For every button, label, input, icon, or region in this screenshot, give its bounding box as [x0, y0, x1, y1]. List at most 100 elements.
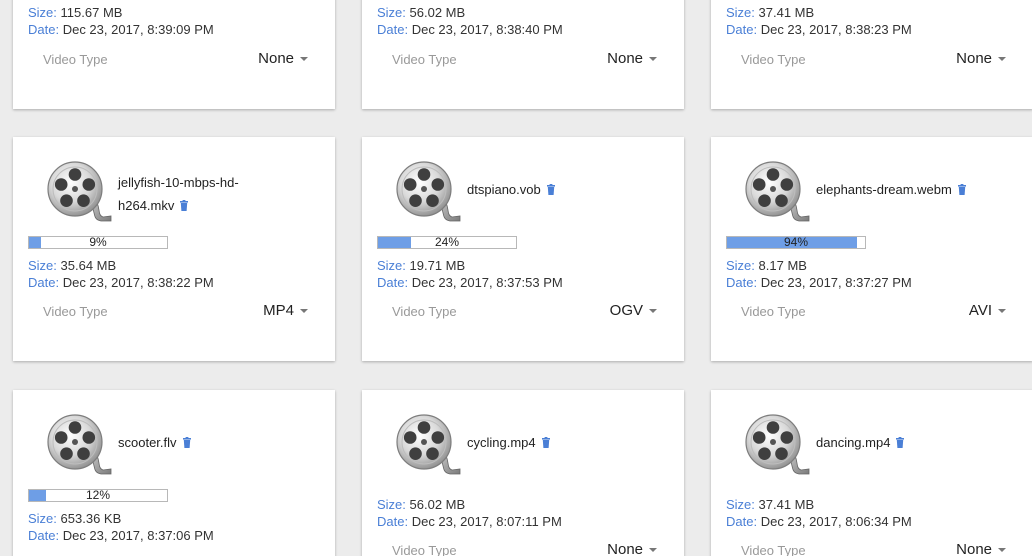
date-row: Date: Dec 23, 2017, 8:38:22 PM	[28, 274, 214, 291]
video-card: elephants-dream.webm 94% Size: 8.17 MB D…	[711, 137, 1032, 361]
date-label: Date:	[726, 275, 758, 290]
size-value: 56.02 MB	[409, 5, 466, 20]
video-type-value: MP4	[263, 302, 294, 319]
video-card: Size: 37.41 MB Date: Dec 23, 2017, 8:38:…	[711, 0, 1032, 109]
file-name: dancing.mp4	[816, 431, 966, 454]
film-reel-icon	[745, 161, 810, 222]
size-label: Size:	[28, 511, 57, 526]
date-label: Date:	[377, 22, 409, 37]
video-card: dtspiano.vob 24% Size: 19.71 MB Date: De…	[362, 137, 684, 361]
file-name-text: cycling.mp4	[467, 435, 536, 450]
date-row: Date: Dec 23, 2017, 8:37:06 PM	[28, 527, 214, 544]
caret-down-icon	[300, 308, 308, 313]
size-row: Size: 19.71 MB	[377, 257, 465, 274]
progress-percent: 12%	[85, 488, 111, 502]
video-card: cycling.mp4 Size: 56.02 MB Date: Dec 23,…	[362, 390, 684, 556]
size-row: Size: 8.17 MB	[726, 257, 807, 274]
trash-icon[interactable]	[541, 437, 550, 448]
size-value: 37.41 MB	[758, 497, 815, 512]
film-reel-icon	[396, 414, 461, 475]
size-row: Size: 35.64 MB	[28, 257, 116, 274]
video-card: dancing.mp4 Size: 37.41 MB Date: Dec 23,…	[711, 390, 1032, 556]
size-label: Size:	[28, 5, 57, 20]
video-type-value: None	[258, 50, 294, 67]
progress-bar: 9%	[28, 236, 168, 249]
video-type-label: Video Type	[43, 304, 108, 319]
progress-percent: 9%	[89, 235, 107, 249]
date-value: Dec 23, 2017, 8:38:23 PM	[760, 22, 912, 37]
size-value: 35.64 MB	[60, 258, 117, 273]
trash-icon[interactable]	[957, 184, 966, 195]
date-row: Date: Dec 23, 2017, 8:06:34 PM	[726, 513, 912, 530]
video-type-label: Video Type	[741, 543, 806, 556]
trash-icon[interactable]	[896, 437, 905, 448]
file-name: cycling.mp4	[467, 431, 617, 454]
file-name: jellyfish-10-mbps-hd-h264.mkv	[118, 171, 268, 217]
file-name-text: dtspiano.vob	[467, 182, 541, 197]
film-reel-icon	[745, 414, 810, 475]
file-name-text: scooter.flv	[118, 435, 177, 450]
video-type-select[interactable]: None	[956, 50, 1006, 67]
size-value: 8.17 MB	[758, 258, 807, 273]
date-value: Dec 23, 2017, 8:37:27 PM	[760, 275, 912, 290]
file-name: elephants-dream.webm	[816, 178, 1016, 201]
size-value: 115.67 MB	[60, 5, 123, 20]
video-type-select[interactable]: None	[956, 541, 1006, 556]
caret-down-icon	[998, 56, 1006, 61]
progress-bar: 24%	[377, 236, 517, 249]
size-value: 56.02 MB	[409, 497, 466, 512]
date-row: Date: Dec 23, 2017, 8:38:40 PM	[377, 21, 563, 38]
video-type-value: AVI	[968, 302, 992, 319]
size-label: Size:	[726, 5, 755, 20]
video-type-label: Video Type	[392, 304, 457, 319]
size-value: 19.71 MB	[409, 258, 466, 273]
file-name: scooter.flv	[118, 431, 268, 454]
video-type-label: Video Type	[741, 304, 806, 319]
video-type-select[interactable]: None	[258, 50, 308, 67]
size-label: Size:	[28, 258, 57, 273]
date-row: Date: Dec 23, 2017, 8:38:23 PM	[726, 21, 912, 38]
date-value: Dec 23, 2017, 8:37:06 PM	[62, 528, 214, 543]
progress-percent: 24%	[434, 235, 460, 249]
video-type-label: Video Type	[392, 543, 457, 556]
size-row: Size: 56.02 MB	[377, 4, 465, 21]
size-row: Size: 37.41 MB	[726, 4, 814, 21]
date-row: Date: Dec 23, 2017, 8:07:11 PM	[377, 513, 562, 530]
film-reel-icon	[396, 161, 461, 222]
video-card: jellyfish-10-mbps-hd-h264.mkv 9% Size: 3…	[13, 137, 335, 361]
video-type-select[interactable]: OGV	[610, 302, 657, 319]
size-value: 653.36 KB	[60, 511, 122, 526]
video-type-value: None	[956, 541, 992, 556]
caret-down-icon	[998, 308, 1006, 313]
file-name-text: dancing.mp4	[816, 435, 891, 450]
file-name-text: jellyfish-10-mbps-hd-h264.mkv	[118, 175, 239, 213]
date-value: Dec 23, 2017, 8:07:11 PM	[411, 514, 562, 529]
size-row: Size: 37.41 MB	[726, 496, 814, 513]
video-card: Size: 56.02 MB Date: Dec 23, 2017, 8:38:…	[362, 0, 684, 109]
date-value: Dec 23, 2017, 8:38:22 PM	[62, 275, 214, 290]
file-name: dtspiano.vob	[467, 178, 617, 201]
size-label: Size:	[377, 5, 406, 20]
size-label: Size:	[377, 258, 406, 273]
date-label: Date:	[726, 514, 758, 529]
film-reel-icon	[47, 414, 112, 475]
video-type-select[interactable]: MP4	[263, 302, 308, 319]
progress-percent: 94%	[783, 235, 809, 249]
size-label: Size:	[726, 258, 755, 273]
size-value: 37.41 MB	[758, 5, 815, 20]
file-name-text: elephants-dream.webm	[816, 182, 952, 197]
date-row: Date: Dec 23, 2017, 8:39:09 PM	[28, 21, 214, 38]
trash-icon[interactable]	[182, 437, 191, 448]
caret-down-icon	[649, 56, 657, 61]
video-type-label: Video Type	[392, 52, 457, 67]
trash-icon[interactable]	[180, 200, 189, 211]
date-value: Dec 23, 2017, 8:06:34 PM	[760, 514, 912, 529]
trash-icon[interactable]	[546, 184, 555, 195]
video-type-select[interactable]: None	[607, 541, 657, 556]
date-label: Date:	[377, 275, 409, 290]
caret-down-icon	[300, 56, 308, 61]
video-type-select[interactable]: AVI	[969, 302, 1006, 319]
caret-down-icon	[998, 547, 1006, 552]
video-type-select[interactable]: None	[607, 50, 657, 67]
date-label: Date:	[377, 514, 409, 529]
